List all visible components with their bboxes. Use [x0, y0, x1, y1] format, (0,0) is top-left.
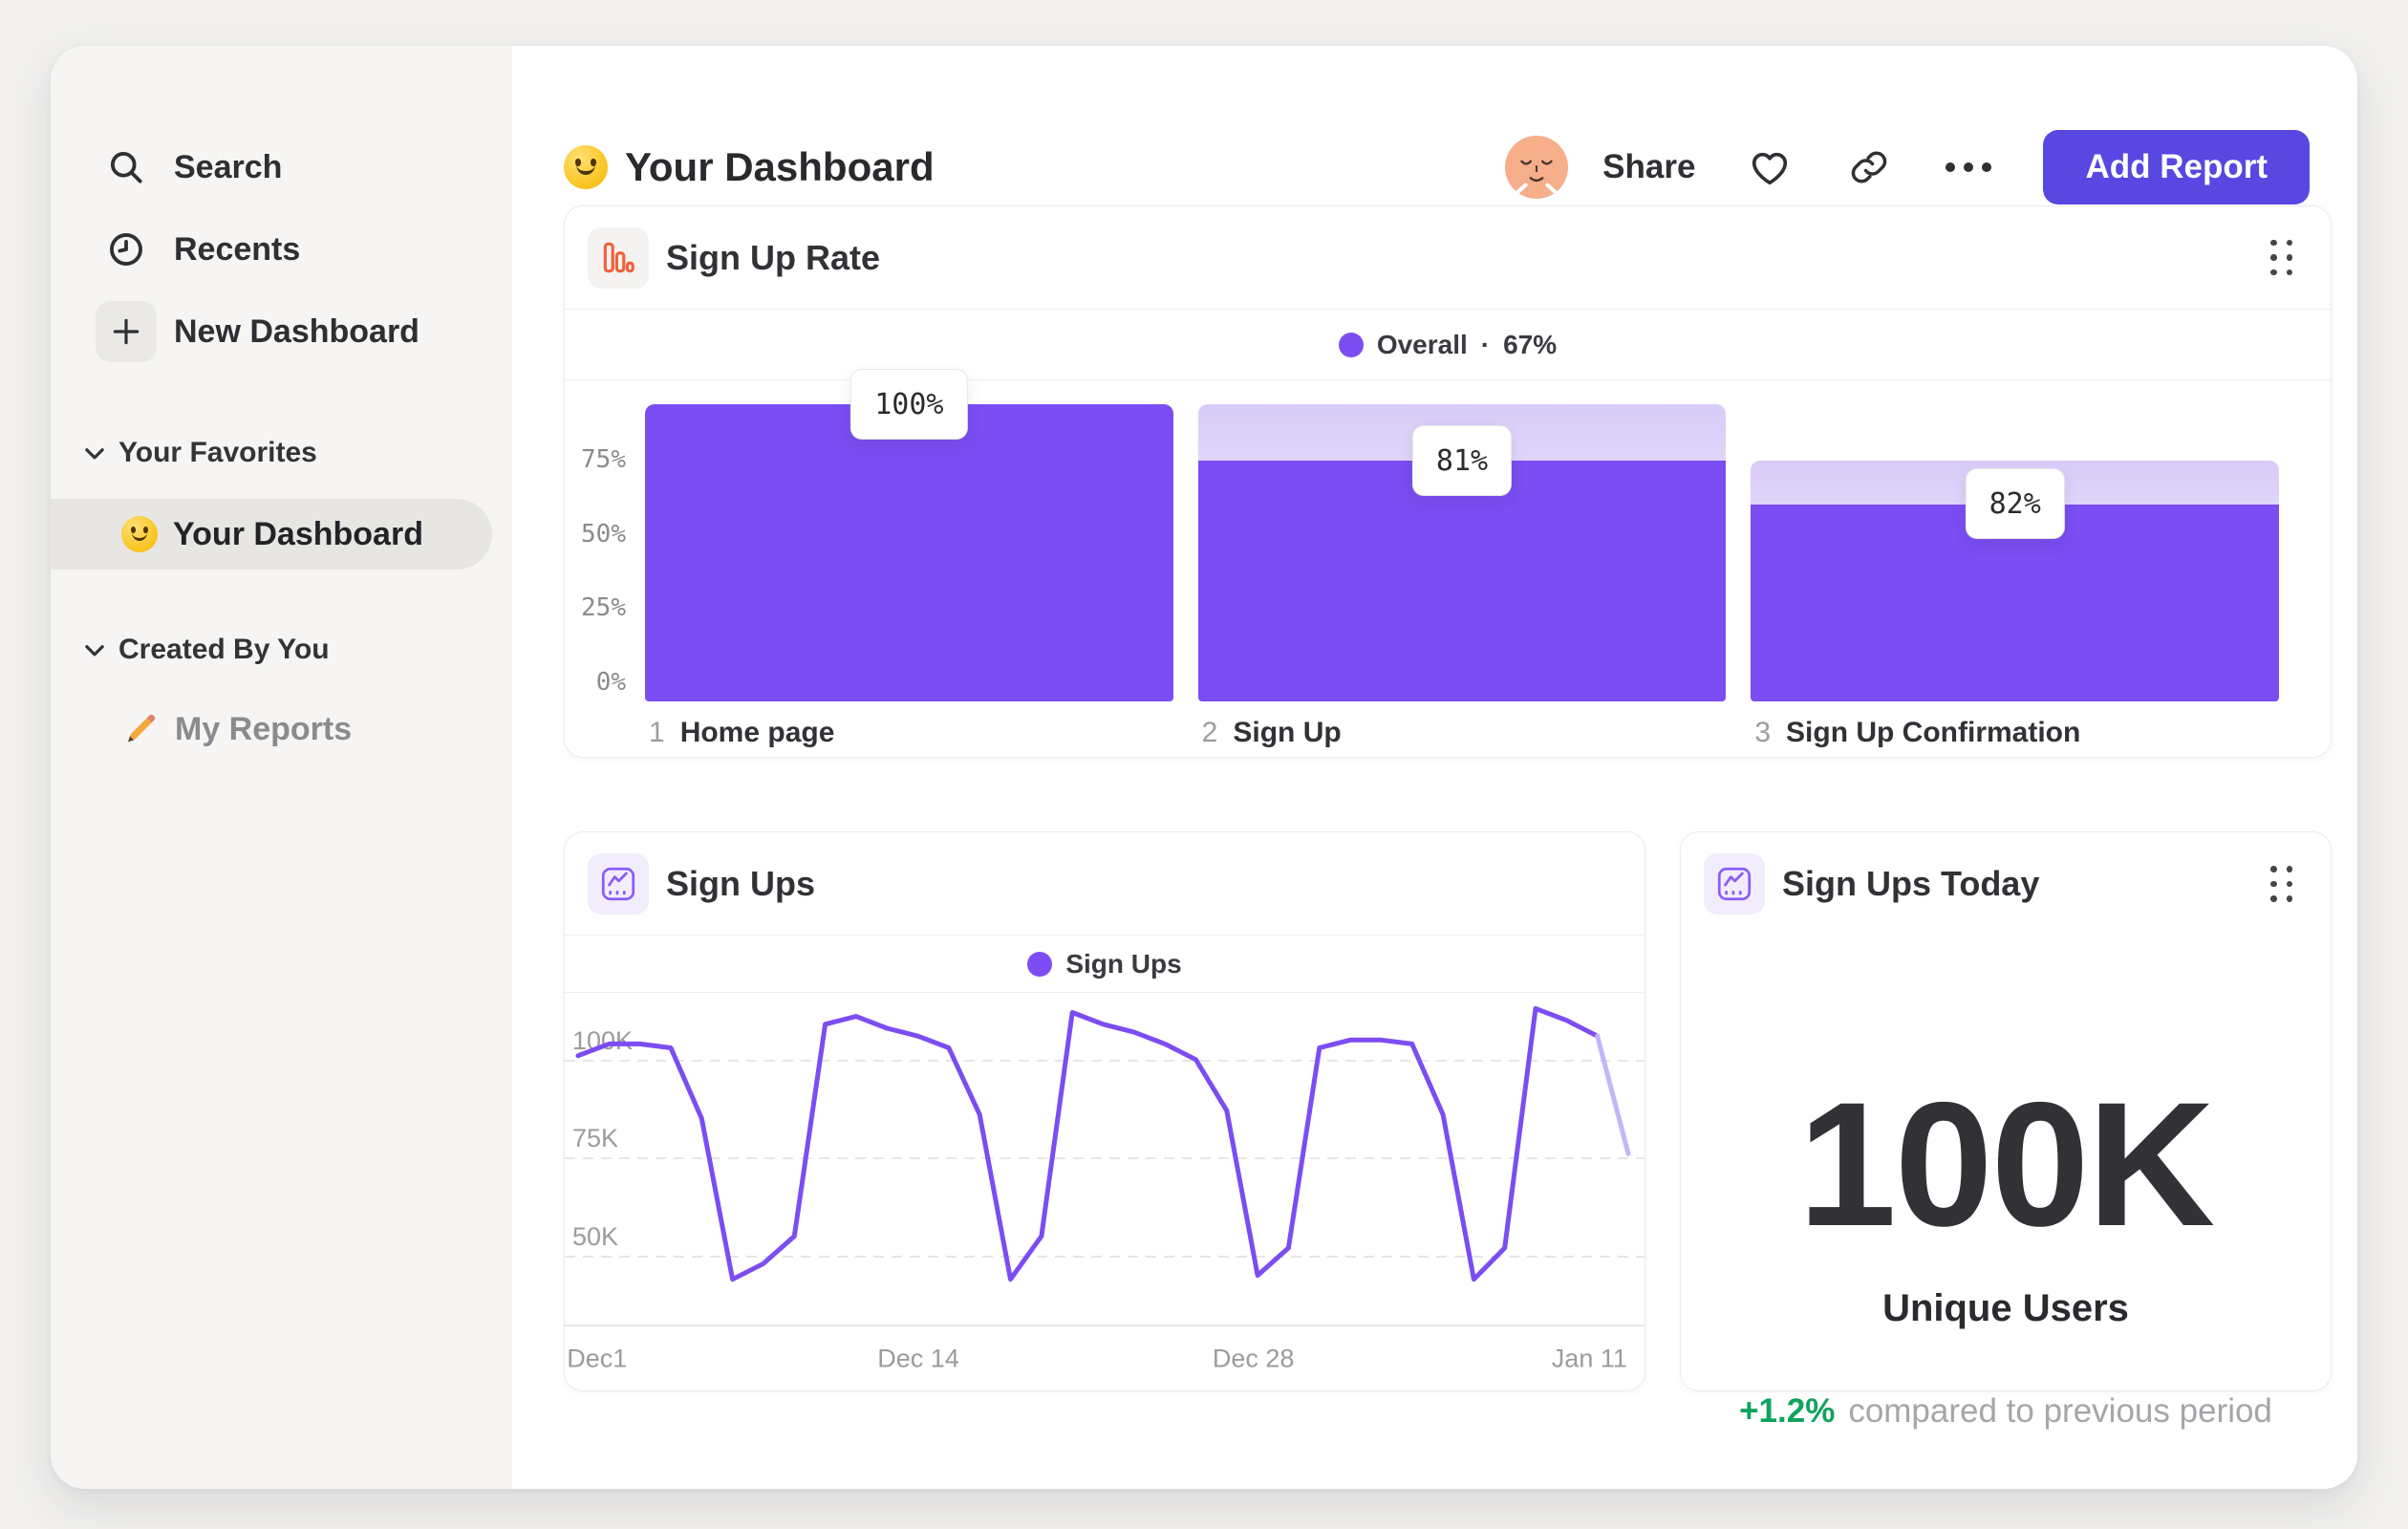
chevron-down-icon [82, 441, 107, 465]
funnel-card: Sign Up Rate Overall · 67% 75% 50% 25% 0% 1… [564, 205, 2332, 758]
funnel-plot: 100% 1 Home page 81% 2 Sign Up 82% 3 Sign Up Con… [645, 369, 2280, 748]
funnel-value-tooltip: 81% [1411, 425, 1513, 497]
funnel-bar-fill [1197, 461, 1727, 701]
sidebar-item-label: My Reports [175, 710, 353, 747]
sidebar-item-new-dashboard[interactable]: New Dashboard [51, 291, 512, 373]
line-x-axis: Dec1 Dec 14 Dec 28 Jan 11 [565, 1326, 1645, 1390]
funnel-step-label: 3 Sign Up Confirmation [1754, 717, 2080, 749]
line-chart-card: Sign Ups Sign Ups 100K 75K 50K Dec1 Dec 14 D… [564, 831, 1645, 1391]
funnel-step-number: 1 [649, 717, 665, 748]
plus-icon [96, 301, 157, 362]
legend-dot [1027, 951, 1053, 977]
legend-separator: · [1480, 329, 1491, 359]
kpi-delta-note: compared to previous period [1848, 1392, 2272, 1430]
funnel-step-number: 3 [1754, 717, 1772, 748]
bar-chart-icon [588, 226, 649, 289]
smiley-emoji [121, 516, 158, 552]
section-your-favorites[interactable]: Your Favorites [51, 432, 512, 474]
funnel-step-label: 1 Home page [649, 717, 834, 749]
funnel-y-tick: 50% [581, 519, 626, 549]
funnel-bar-1[interactable]: 100% 1 Home page [645, 369, 1173, 748]
sidebar-item-recents[interactable]: Recents [51, 208, 512, 291]
kpi-delta: +1.2% [1739, 1392, 1836, 1430]
legend-label: Overall [1376, 329, 1468, 359]
section-label: Your Favorites [118, 437, 317, 468]
kpi-body: 100K Unique Users +1.2% compared to previ… [1681, 936, 2331, 1431]
funnel-y-axis: 75% 50% 25% 0% [565, 380, 626, 757]
more-options-button[interactable] [1944, 142, 1993, 192]
dashboard-header: Your Dashboard Share Add Report [564, 121, 2310, 213]
funnel-bar-3[interactable]: 82% 3 Sign Up Confirmation [1751, 404, 2280, 748]
funnel-legend[interactable]: Overall · 67% [565, 310, 2331, 380]
funnel-step-label: 2 Sign Up [1202, 717, 1342, 749]
pencil-icon [121, 710, 160, 748]
funnel-step-name: Sign Up Confirmation [1786, 717, 2081, 748]
funnel-bar-2[interactable]: 81% 2 Sign Up [1197, 404, 1727, 748]
sidebar-item-your-dashboard[interactable]: Your Dashboard [51, 499, 492, 570]
line-legend[interactable]: Sign Ups [565, 936, 1645, 993]
kpi-card-header: Sign Ups Today [1681, 832, 2331, 936]
signups-line-series[interactable] [565, 993, 1645, 1326]
section-created-by-you[interactable]: Created By You [51, 629, 512, 671]
clock-icon [96, 219, 157, 280]
legend-value: 67% [1503, 329, 1558, 359]
funnel-y-tick: 0% [595, 668, 626, 697]
sidebar-item-my-reports[interactable]: My Reports [51, 694, 492, 764]
header-actions: Share Add Report [1505, 130, 2310, 205]
funnel-y-tick: 75% [581, 444, 626, 474]
drag-handle-icon[interactable] [2270, 239, 2292, 276]
copy-link-button[interactable] [1844, 142, 1894, 192]
kpi-card: Sign Ups Today 100K Unique Users +1.2% co… [1680, 831, 2332, 1431]
page-title: Your Dashboard [625, 144, 935, 189]
main-content: Your Dashboard Share Add Report Sign Up … [512, 46, 2357, 1489]
app-window: Search Recents New Dashboard Your Favori… [51, 46, 2357, 1489]
heart-icon [1748, 145, 1792, 189]
share-button[interactable]: Share [1602, 148, 1695, 186]
add-report-button[interactable]: Add Report [2043, 130, 2310, 205]
title-wrap: Your Dashboard [564, 144, 935, 190]
sidebar-item-label: Recents [174, 230, 301, 268]
favorite-heart-button[interactable] [1745, 142, 1795, 192]
line-x-tick: Dec1 [567, 1344, 628, 1372]
card-title: Sign Ups [666, 863, 816, 903]
legend-dot [1338, 332, 1364, 357]
line-x-tick: Dec 14 [877, 1344, 959, 1372]
card-title: Sign Ups Today [1782, 864, 2040, 903]
link-icon [1849, 147, 1889, 187]
card-title: Sign Up Rate [666, 237, 881, 277]
sidebar-item-search[interactable]: Search [51, 126, 512, 208]
page: Search Recents New Dashboard Your Favori… [0, 0, 2408, 1529]
funnel-step-number: 2 [1201, 717, 1218, 748]
funnel-bar-fill [645, 404, 1173, 701]
line-x-tick: Dec 28 [1212, 1344, 1295, 1372]
funnel-y-tick: 25% [581, 593, 626, 623]
sidebar-item-label: Search [174, 148, 283, 185]
line-chart-icon [588, 852, 649, 915]
smiley-emoji [564, 145, 608, 189]
funnel-step-name: Home page [679, 717, 835, 748]
search-icon [96, 137, 157, 198]
kpi-label: Unique Users [1882, 1287, 2129, 1329]
line-card-header: Sign Ups [565, 832, 1645, 936]
funnel-chart: 75% 50% 25% 0% 100% 1 Home page 81% 2 Sign Up 82%… [565, 369, 2331, 757]
sidebar-item-label: Your Dashboard [173, 515, 423, 552]
line-plot: 100K 75K 50K [565, 993, 1645, 1326]
sidebar: Search Recents New Dashboard Your Favori… [51, 46, 512, 1489]
funnel-step-name: Sign Up [1233, 717, 1342, 748]
chevron-down-icon [82, 637, 107, 662]
kpi-value: 100K [1797, 1066, 2215, 1263]
line-x-tick: Jan 11 [1551, 1344, 1627, 1372]
funnel-value-tooltip: 82% [1965, 468, 2065, 540]
drag-handle-icon[interactable] [2270, 866, 2292, 902]
funnel-card-header: Sign Up Rate [565, 206, 2331, 310]
funnel-value-tooltip: 100% [850, 369, 968, 440]
kpi-delta-row: +1.2% compared to previous period [1681, 1392, 2331, 1431]
avatar[interactable] [1505, 136, 1569, 199]
section-label: Created By You [118, 634, 330, 665]
ellipsis-icon [1946, 162, 1992, 172]
sidebar-item-label: New Dashboard [174, 312, 419, 350]
line-chart-icon [1704, 853, 1765, 915]
legend-label: Sign Ups [1065, 948, 1182, 979]
